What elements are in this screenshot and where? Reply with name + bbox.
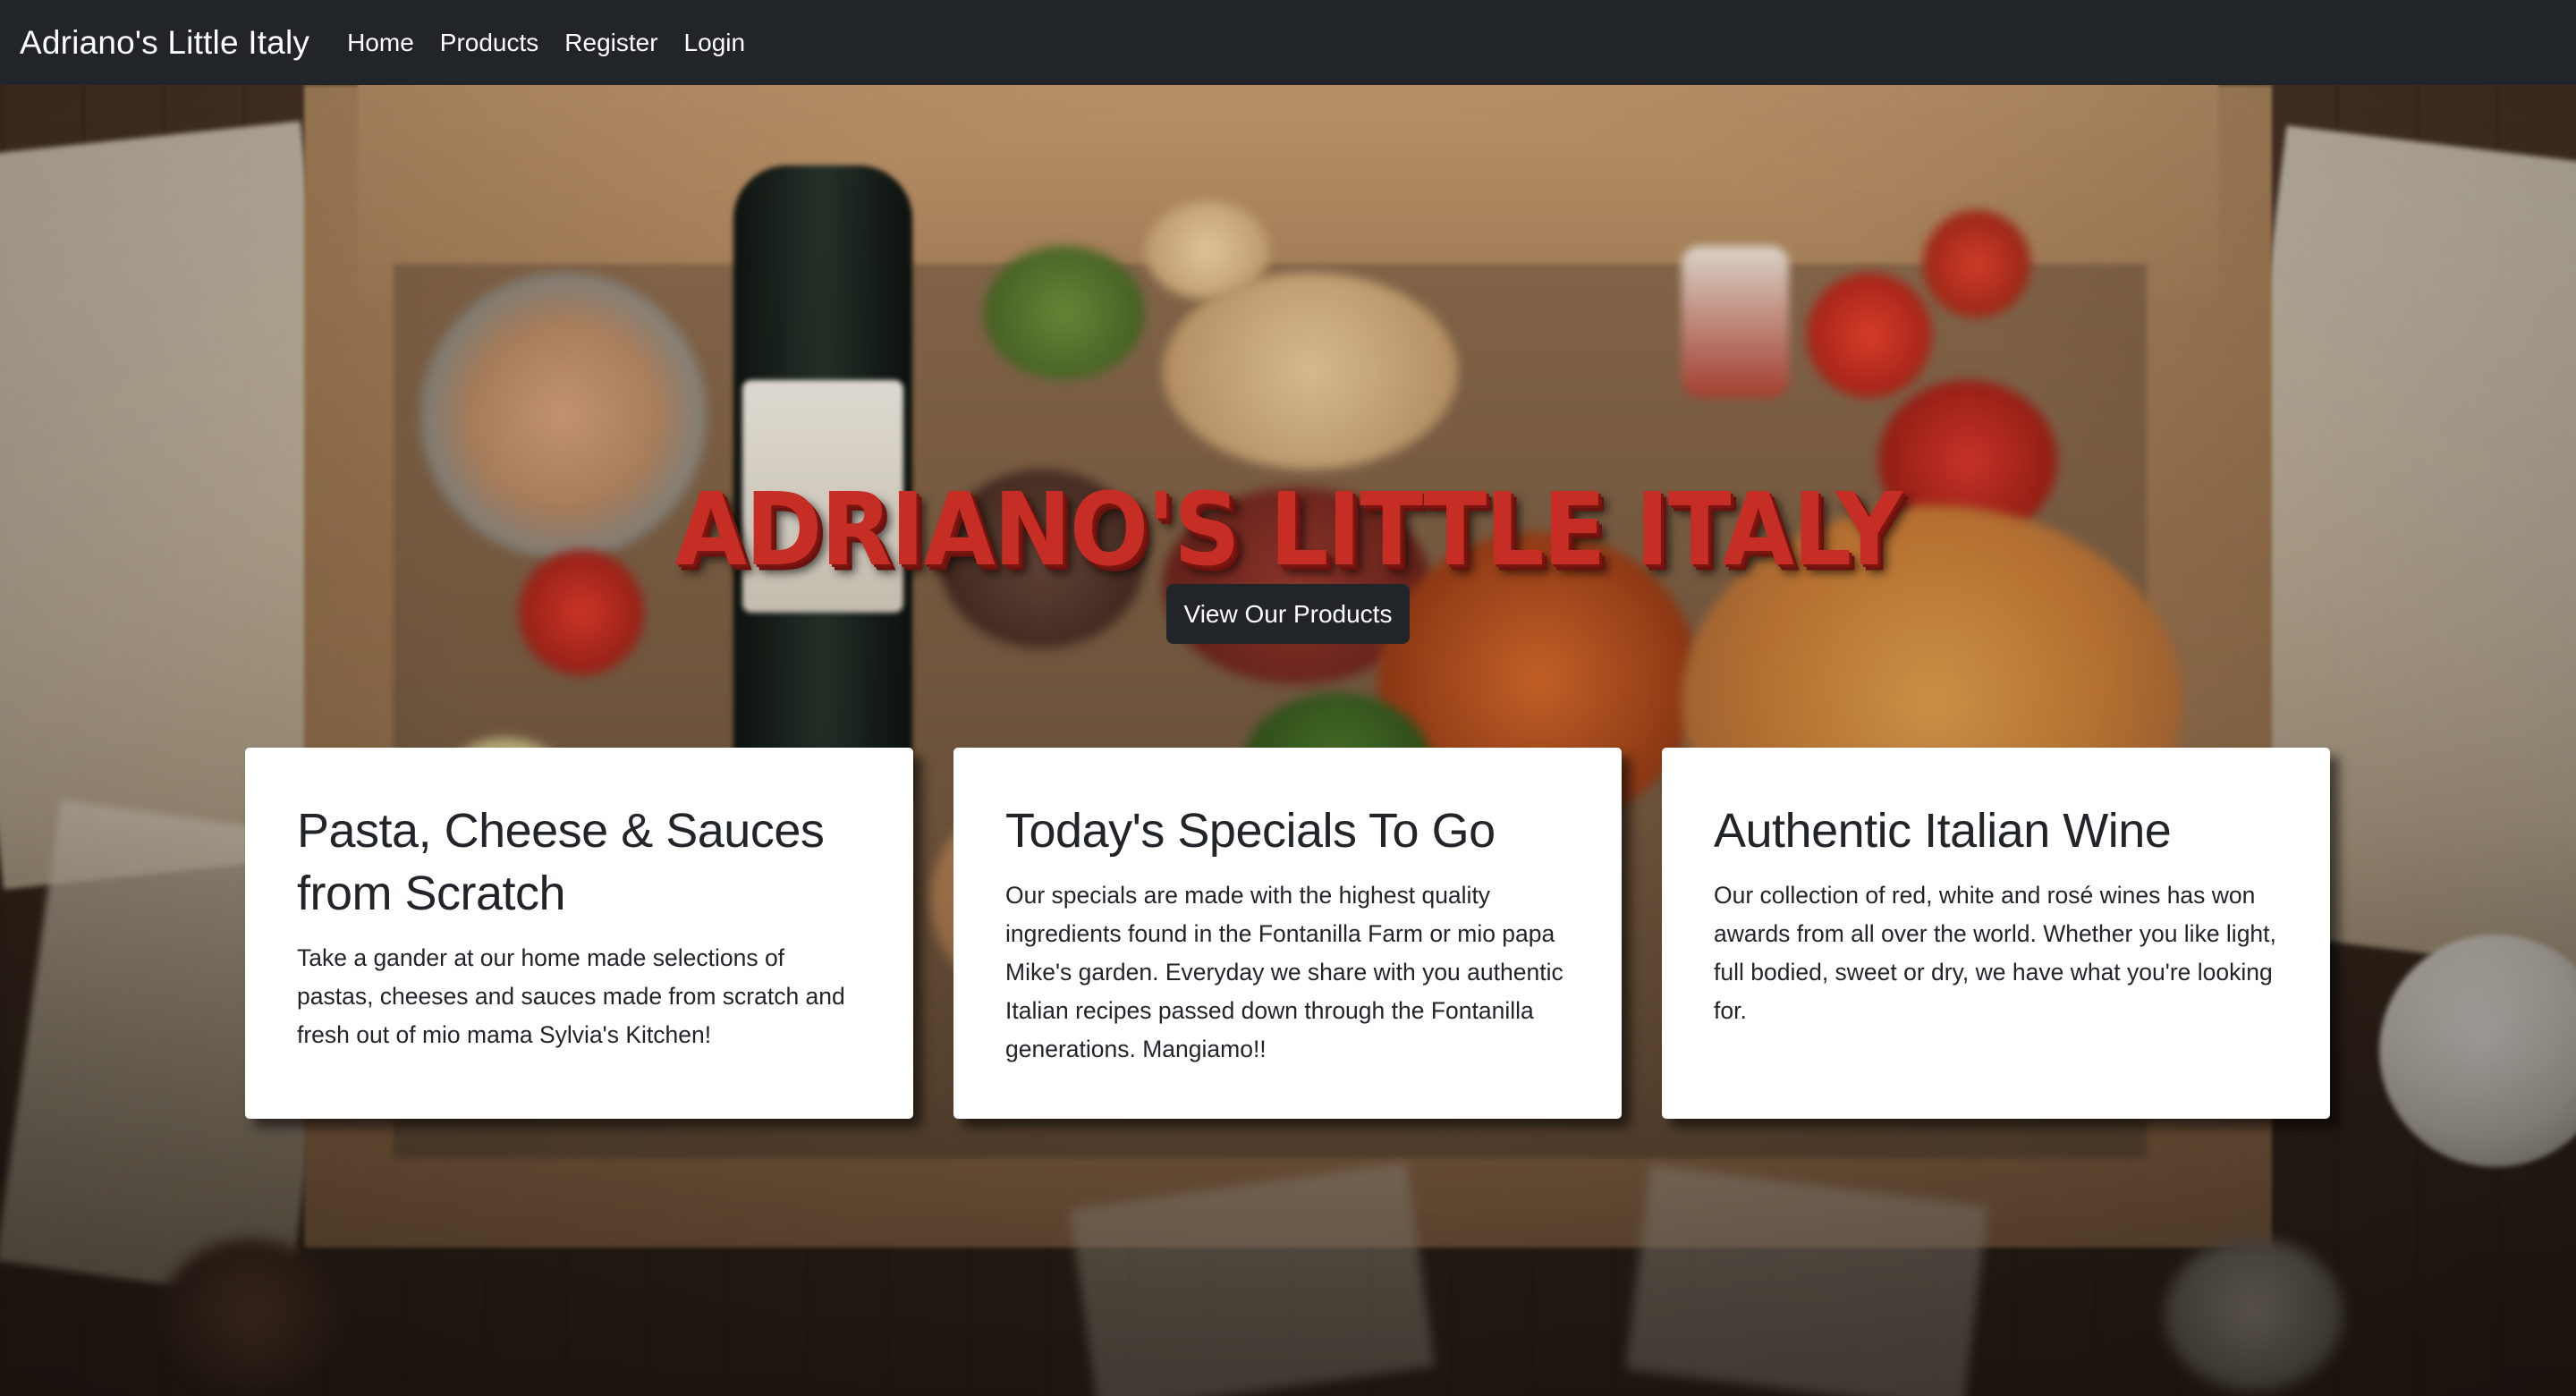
feature-card-pasta: Pasta, Cheese & Sauces from Scratch Take… — [245, 748, 913, 1119]
view-products-button[interactable]: View Our Products — [1166, 584, 1410, 644]
nav-link-register[interactable]: Register — [564, 29, 657, 57]
feature-card-specials: Today's Specials To Go Our specials are … — [953, 748, 1622, 1119]
card-text: Our specials are made with the highest q… — [1005, 882, 1563, 1062]
nav-link-login[interactable]: Login — [684, 29, 746, 57]
card-text: Our collection of red, white and rosé wi… — [1714, 882, 2276, 1024]
hero-section — [0, 85, 2576, 1396]
card-text: Take a gander at our home made selection… — [297, 944, 845, 1048]
nav-link-home[interactable]: Home — [347, 29, 414, 57]
hero-title: Adriano's Little Italy — [674, 470, 1903, 588]
feature-card-wine: Authentic Italian Wine Our collection of… — [1662, 748, 2330, 1119]
card-title: Pasta, Cheese & Sauces from Scratch — [297, 804, 825, 920]
card-title: Authentic Italian Wine — [1714, 804, 2172, 858]
card-title: Today's Specials To Go — [1005, 804, 1496, 858]
brand-link[interactable]: Adriano's Little Italy — [20, 24, 309, 62]
navbar: Adriano's Little Italy Home Products Reg… — [0, 0, 2576, 85]
nav-link-products[interactable]: Products — [440, 29, 539, 57]
